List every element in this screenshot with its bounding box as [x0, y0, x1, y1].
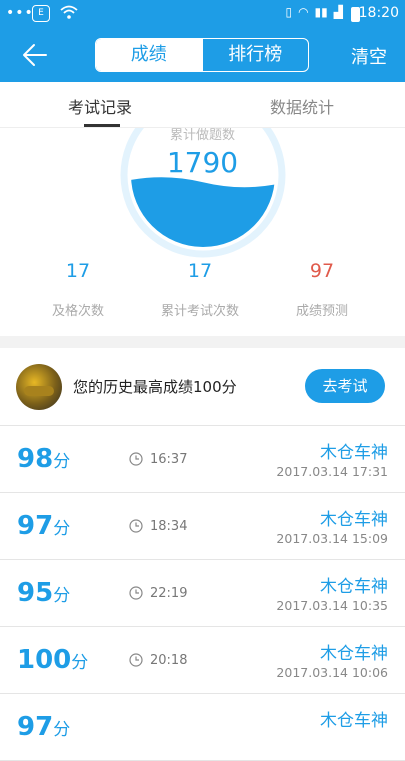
clock-icon [129, 452, 143, 466]
clock-icon [129, 653, 143, 667]
tab-exam-records[interactable]: 考试记录 [68, 94, 132, 118]
tab-indicator [84, 124, 120, 127]
stat-passed: 17 及格次数 [13, 260, 143, 319]
score: 95分 [17, 578, 71, 608]
clock-icon [129, 519, 143, 533]
username: 木仓车神 [320, 443, 388, 463]
list-item[interactable]: 97分 木仓车神 [0, 694, 405, 761]
stat-value: 17 [65, 260, 91, 282]
score: 97分 [17, 511, 71, 541]
clear-button[interactable]: 清空 [351, 43, 387, 69]
username: 木仓车神 [320, 577, 388, 597]
clock-icon [129, 586, 143, 600]
stat-label: 及格次数 [51, 304, 104, 319]
wifi-icon: ◠ [298, 5, 309, 19]
app-notification-icon: E [32, 5, 50, 22]
gauge-value: 1790 [166, 146, 239, 179]
score: 98分 [17, 444, 71, 474]
duration: 18:34 [150, 519, 188, 534]
username: 木仓车神 [320, 644, 388, 664]
timestamp: 2017.03.14 10:35 [276, 598, 388, 613]
username: 木仓车神 [320, 510, 388, 530]
stat-value: 17 [187, 260, 213, 282]
status-bar: ••• E ▯ ◠ ▮▮ ▟ 18:20 [0, 0, 405, 28]
list-item[interactable]: 100分 20:18 木仓车神 2017.03.14 10:06 [0, 627, 405, 694]
phone-icon: ▯ [285, 5, 293, 19]
gauge-fill [131, 177, 275, 247]
segmented-control: 成绩 排行榜 [95, 38, 309, 72]
tab-scores[interactable]: 成绩 [96, 39, 202, 71]
timestamp: 2017.03.14 10:06 [276, 665, 388, 680]
timestamp: 2017.03.14 17:31 [276, 464, 388, 479]
system-icons: ▯ ◠ ▮▮ ▟ [285, 5, 343, 19]
stat-total-exams: 17 累计考试次数 [135, 260, 265, 319]
score: 100分 [17, 645, 89, 675]
back-arrow-icon[interactable] [14, 38, 50, 72]
duration: 22:19 [150, 586, 188, 601]
records-list: 98分 16:37 木仓车神 2017.03.14 17:31 97分 18:3… [0, 426, 405, 761]
score: 97分 [17, 712, 71, 742]
tab-ranking[interactable]: 排行榜 [201, 39, 309, 71]
stat-label: 成绩预测 [295, 304, 348, 319]
list-item[interactable]: 97分 18:34 木仓车神 2017.03.14 15:09 [0, 493, 405, 560]
stat-value: 97 [309, 260, 335, 282]
stat-prediction: 97 成绩预测 [257, 260, 387, 319]
clock: 18:20 [358, 5, 399, 21]
stat-label: 累计考试次数 [160, 304, 239, 319]
avatar [16, 364, 62, 410]
summary-panel: 累计做题数 1790 17 及格次数 17 累计考试次数 97 成绩预测 [0, 128, 405, 336]
list-item[interactable]: 95分 22:19 木仓车神 2017.03.14 10:35 [0, 560, 405, 627]
more-dots-icon: ••• [6, 5, 34, 21]
duration: 20:18 [150, 653, 188, 668]
tab-statistics[interactable]: 数据统计 [270, 94, 334, 118]
wifi-icon [60, 5, 78, 19]
list-item[interactable]: 98分 16:37 木仓车神 2017.03.14 17:31 [0, 426, 405, 493]
signal-strength-icon: ▟ [333, 5, 343, 19]
timestamp: 2017.03.14 15:09 [276, 531, 388, 546]
take-exam-button[interactable]: 去考试 [305, 369, 385, 403]
gauge-label: 累计做题数 [169, 128, 235, 143]
username: 木仓车神 [320, 711, 388, 731]
duration: 16:37 [150, 452, 188, 467]
best-score-row: 您的历史最高成绩100分 去考试 [0, 348, 405, 426]
app-bar: 成绩 排行榜 清空 [0, 28, 405, 82]
signal-icon: ▮▮ [314, 5, 328, 19]
section-divider [0, 336, 405, 348]
subtab-bar: 考试记录 数据统计 [0, 82, 405, 128]
best-score-text: 您的历史最高成绩100分 [73, 378, 237, 396]
